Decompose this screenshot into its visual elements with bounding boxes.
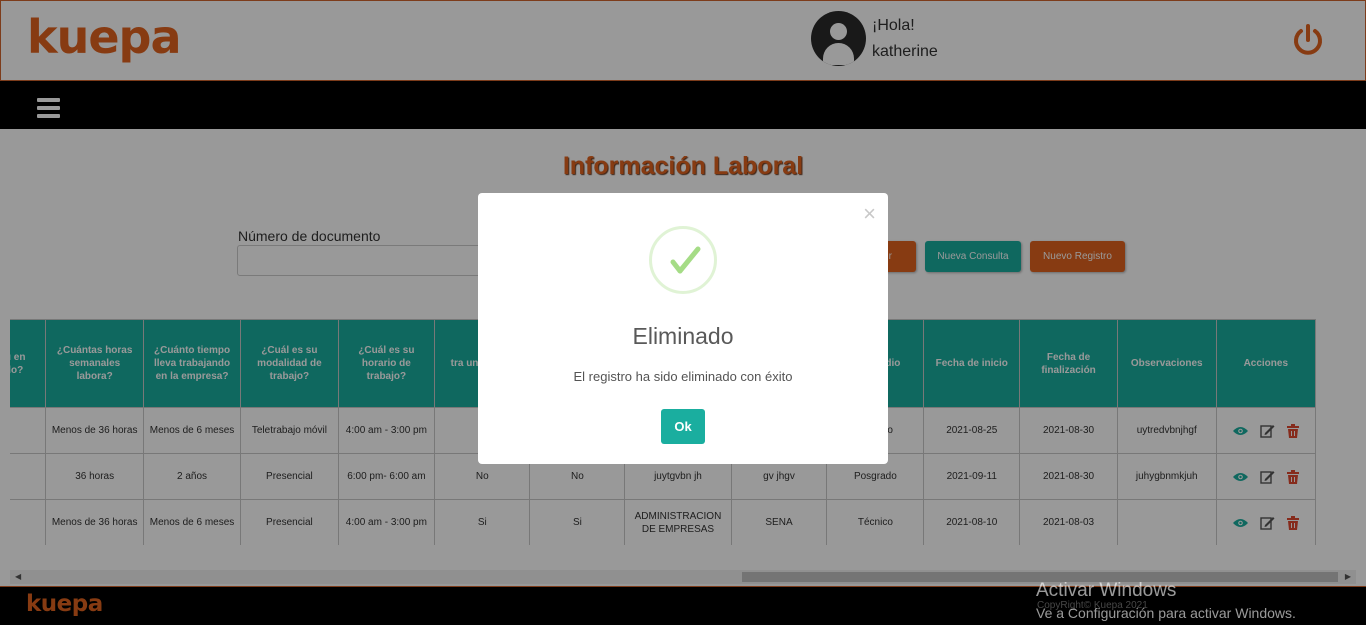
success-check-icon <box>649 226 717 294</box>
windows-activation-hint: Ve a Configuración para activar Windows. <box>1036 605 1296 621</box>
ok-button[interactable]: Ok <box>661 409 705 444</box>
close-icon[interactable]: × <box>863 201 876 227</box>
dialog-title: Eliminado <box>632 323 734 349</box>
dialog-message: El registro ha sido eliminado con éxito <box>573 369 793 384</box>
success-dialog: × Eliminado El registro ha sido eliminad… <box>478 193 888 464</box>
windows-activation-watermark: Activar Windows <box>1036 580 1177 601</box>
